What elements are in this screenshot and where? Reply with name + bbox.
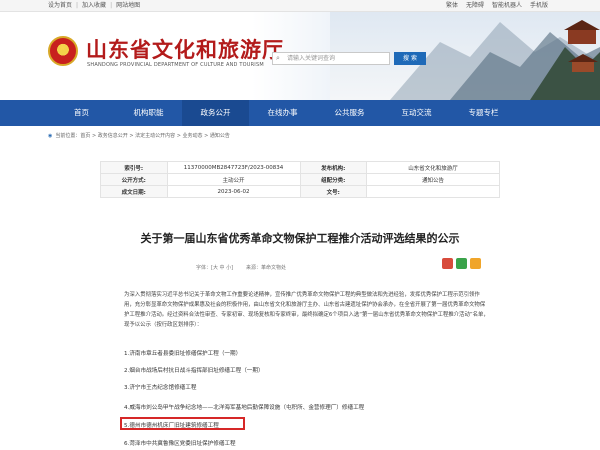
- qzone-share-icon[interactable]: [470, 258, 481, 269]
- top-utility-bar: 设为首页 | 加入收藏 | 网站地图 繁体 无障碍 智能机器人 手机版: [0, 0, 600, 12]
- main-nav: 首页 机构职能 政务公开 在线办事 公共服务 互动交流 专题专栏: [0, 100, 600, 126]
- breadcrumb-text[interactable]: 当前位置：首页 > 政务信息公开 > 法定主动公开内容 > 业务动态 > 通知公…: [55, 133, 229, 139]
- set-homepage-link[interactable]: 设为首页: [48, 0, 72, 12]
- location-icon: ◉: [48, 133, 53, 139]
- list-item: 1.济南市章丘者县委旧址修缮保护工程（一期）: [124, 351, 242, 357]
- breadcrumb: ◉ 当前位置：首页 > 政务信息公开 > 法定主动公开内容 > 业务动态 > 通知…: [48, 130, 552, 142]
- share-buttons: [442, 258, 481, 269]
- highlight-box: [120, 417, 245, 430]
- document-number-value: [366, 185, 500, 198]
- list-item: 2.烟台市战场后村抗日战斗指挥部旧址修缮工程（一期）: [124, 368, 264, 374]
- site-header: ★ 山东省文化和旅游厅 SHANDONG PROVINCIAL DEPARTME…: [0, 12, 600, 100]
- nav-item-special-topics[interactable]: 专题专栏: [450, 100, 517, 126]
- robot-link[interactable]: 智能机器人: [492, 0, 522, 12]
- list-item: 6.菏泽市中共冀鲁豫区党委旧址保护修缮工程: [124, 441, 236, 447]
- document-number-label: 文号:: [299, 185, 367, 198]
- nav-item-online-services[interactable]: 在线办事: [249, 100, 316, 126]
- wechat-share-icon[interactable]: [456, 258, 467, 269]
- search-placeholder: 请输入关键词查询: [287, 55, 336, 62]
- nav-item-functions[interactable]: 机构职能: [115, 100, 182, 126]
- accessibility-link[interactable]: 无障碍: [466, 0, 484, 12]
- list-item: 3.济宁市王杰纪念馆修缮工程: [124, 385, 197, 391]
- sitemap-link[interactable]: 网站地图: [116, 0, 140, 12]
- add-favorite-link[interactable]: 加入收藏: [82, 0, 106, 12]
- date-label: 成文日期:: [100, 185, 168, 198]
- category-value: 通知公告: [366, 173, 500, 186]
- nav-item-government-affairs[interactable]: 政务公开: [182, 100, 249, 126]
- traditional-chinese-link[interactable]: 繁体: [446, 0, 458, 12]
- nav-item-home[interactable]: 首页: [48, 100, 115, 126]
- issuer-label: 发布机构:: [299, 161, 367, 174]
- article-source: 来源：革命文物处: [246, 265, 287, 271]
- article-title: 关于第一届山东省优秀革命文物保护工程推介活动评选结果的公示: [140, 232, 460, 245]
- index-number-label: 索引号:: [100, 161, 168, 174]
- date-value: 2023-06-02: [166, 185, 301, 198]
- national-emblem-logo: ★: [48, 36, 78, 66]
- search-button[interactable]: 搜 索: [394, 52, 426, 65]
- index-number-value: 11370000MB2847723F/2023-00834: [166, 161, 301, 174]
- article-info-bar: 字体：[大 中 小] 来源：革命文物处: [100, 262, 500, 274]
- site-subtitle: SHANDONG PROVINCIAL DEPARTMENT OF CULTUR…: [87, 62, 264, 68]
- list-item: 4.威海市刘公岛甲午战争纪念地——北洋海军基地后勤保障设施（屯积所、金营修理厂）…: [124, 405, 365, 411]
- document-meta-table: 索引号: 11370000MB2847723F/2023-00834 发布机构:…: [100, 161, 500, 198]
- nav-item-interaction[interactable]: 互动交流: [383, 100, 450, 126]
- font-size-control[interactable]: 字体：[大 中 小]: [196, 264, 233, 271]
- site-title: 山东省文化和旅游厅: [86, 37, 284, 62]
- article-intro-paragraph: 为深入贯彻落实习近平总书记关于革命文物工作重要论述精神，宣传推广优秀革命文物保护…: [124, 292, 489, 328]
- disclosure-mode-value: 主动公开: [166, 173, 301, 186]
- search-input[interactable]: ⌕ 请输入关键词查询: [272, 52, 390, 65]
- weibo-share-icon[interactable]: [442, 258, 453, 269]
- disclosure-mode-label: 公开方式:: [100, 173, 168, 186]
- category-label: 组配分类:: [299, 173, 367, 186]
- separator: |: [76, 2, 79, 9]
- issuer-value: 山东省文化和旅游厅: [366, 161, 500, 174]
- search-icon: ⌕: [276, 54, 280, 62]
- separator: |: [110, 2, 113, 9]
- nav-item-public-services[interactable]: 公共服务: [316, 100, 383, 126]
- mobile-link[interactable]: 手机版: [530, 0, 548, 12]
